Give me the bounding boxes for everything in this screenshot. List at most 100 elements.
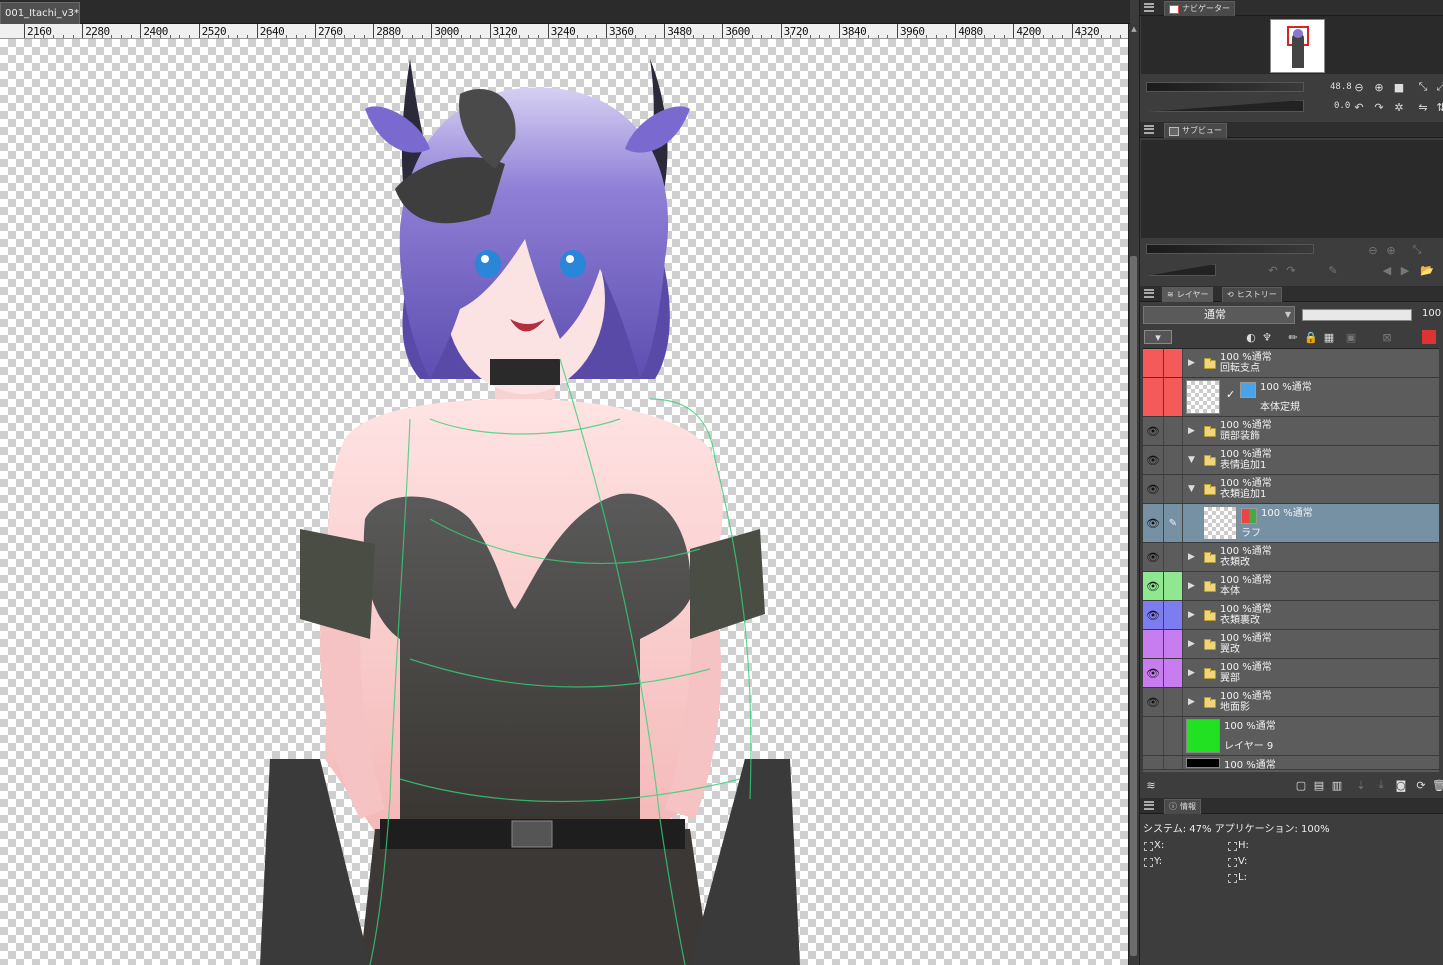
reference-layer-icon[interactable]: ♆ [1260, 330, 1274, 344]
chevron-right-icon[interactable]: ▶ [1188, 668, 1195, 678]
layer-lock-cell[interactable] [1164, 572, 1183, 600]
new-vector-layer-icon[interactable]: ▤ [1312, 778, 1326, 792]
panel-menu-icon[interactable] [1144, 3, 1154, 12]
visibility-eye-icon[interactable] [1143, 378, 1164, 416]
layer-row[interactable]: 👁 ▶ 100 %通常 衣類改 [1143, 543, 1439, 572]
tab-info[interactable]: ⓘ 情報 [1164, 799, 1201, 814]
layer-row[interactable]: 👁 ✎ 100 %通常 ラフ [1143, 504, 1439, 543]
blend-mode-select[interactable]: 通常 ▼ [1143, 306, 1295, 324]
layer-lock-cell[interactable]: ✎ [1164, 504, 1183, 542]
chevron-right-icon[interactable]: ▶ [1188, 426, 1195, 436]
panel-menu-icon[interactable] [1144, 125, 1154, 134]
layer-lock-cell[interactable] [1164, 378, 1183, 416]
subview-rotate-right-icon[interactable]: ↷ [1284, 263, 1298, 277]
subview-next-icon[interactable]: ▶ [1398, 263, 1412, 277]
chevron-right-icon[interactable]: ▶ [1188, 697, 1195, 707]
layer-lock-cell[interactable] [1164, 543, 1183, 571]
clip-to-below-icon[interactable]: ◐ [1244, 330, 1258, 344]
visibility-eye-icon[interactable] [1143, 717, 1164, 755]
actual-size-icon[interactable]: ■ [1392, 80, 1406, 94]
ruler-show-icon[interactable]: ⊠ [1380, 330, 1394, 344]
layer-lock-cell[interactable] [1164, 630, 1183, 658]
chevron-right-icon[interactable]: ▶ [1188, 552, 1195, 562]
chevron-right-icon[interactable]: ▶ [1188, 358, 1195, 368]
layer-row[interactable]: ✓ 100 %通常 本体定規 [1143, 378, 1439, 417]
visibility-eye-icon[interactable]: 👁 [1143, 572, 1164, 600]
layer-row[interactable]: 👁 ▼ 100 %通常 表情追加1 [1143, 446, 1439, 475]
panel-menu-icon[interactable] [1144, 289, 1154, 298]
layer-row[interactable]: 👁 ▶ 100 %通常 衣類裏改 [1143, 601, 1439, 630]
create-mask-icon[interactable]: ◙ [1394, 778, 1408, 792]
drawing-canvas[interactable] [0, 39, 1128, 965]
zoom-slider[interactable] [1146, 82, 1304, 92]
fit-icon[interactable]: ⤢ [1434, 80, 1443, 94]
layer-lock-cell[interactable] [1164, 756, 1183, 769]
tab-subview[interactable]: サブビュー [1164, 123, 1227, 138]
layer-color-icon[interactable] [1422, 330, 1436, 344]
subview-rotate-left-icon[interactable]: ↶ [1266, 263, 1280, 277]
layer-row[interactable]: ▶ 100 %通常 翼改 [1143, 630, 1439, 659]
visibility-eye-icon[interactable]: 👁 [1143, 601, 1164, 629]
layer-lock-cell[interactable] [1164, 417, 1183, 445]
visibility-eye-icon[interactable]: 👁 [1143, 659, 1164, 687]
layer-row[interactable]: 100 %通常 レイヤー 9 [1143, 717, 1439, 756]
new-folder-icon[interactable]: ▥ [1330, 778, 1344, 792]
subview-zoom-out-icon[interactable]: ⊖ [1366, 243, 1380, 257]
new-raster-layer-icon[interactable]: ▢ [1294, 778, 1308, 792]
layer-row[interactable]: ▶ 100 %通常 回転支点 [1143, 349, 1439, 378]
panel-menu-icon[interactable] [1144, 801, 1154, 810]
subview-fit-icon[interactable]: ⤡ [1410, 243, 1424, 257]
visibility-eye-icon[interactable]: 👁 [1143, 543, 1164, 571]
layer-lock-cell[interactable] [1164, 688, 1183, 716]
chevron-down-icon[interactable]: ▼ [1188, 455, 1195, 465]
visibility-eye-icon[interactable] [1143, 630, 1164, 658]
subview-prev-icon[interactable]: ◀ [1380, 263, 1394, 277]
subview-zoom-slider[interactable] [1146, 244, 1314, 254]
mask-enable-icon[interactable]: ▣ [1344, 330, 1358, 344]
reset-rotation-icon[interactable]: ✲ [1392, 100, 1406, 114]
layer-lock-cell[interactable] [1164, 717, 1183, 755]
layer-row[interactable]: 👁 ▶ 100 %通常 地面影 [1143, 688, 1439, 717]
apply-mask-icon[interactable]: ⟳ [1414, 778, 1428, 792]
subview-area[interactable] [1141, 140, 1443, 238]
layer-lock-cell[interactable] [1164, 659, 1183, 687]
visibility-eye-icon[interactable]: 👁 [1143, 475, 1164, 503]
layer-lock-cell[interactable] [1164, 349, 1183, 377]
layer-lock-cell[interactable] [1164, 446, 1183, 474]
chevron-right-icon[interactable]: ▶ [1188, 581, 1195, 591]
opacity-slider[interactable] [1302, 309, 1412, 321]
layer-row[interactable]: 👁 ▶ 100 %通常 本体 [1143, 572, 1439, 601]
layer-list[interactable]: ▶ 100 %通常 回転支点 ✓ 100 %通常 本体定規 👁 ▶ 100 %通常 頭部装飾 👁 ▼ 1… [1143, 348, 1439, 772]
layer-lock-cell[interactable] [1164, 475, 1183, 503]
zoom-in-icon[interactable]: ⊕ [1372, 80, 1386, 94]
subview-open-folder-icon[interactable]: 📂 [1420, 263, 1434, 277]
subview-zoom-in-icon[interactable]: ⊕ [1384, 243, 1398, 257]
lock-transparency-icon[interactable]: ▦ [1322, 330, 1336, 344]
subview-eyedropper-icon[interactable]: ✎ [1326, 263, 1340, 277]
tab-navigator[interactable]: ナビゲーター [1164, 1, 1235, 16]
flip-horizontal-icon[interactable]: ⇋ [1416, 100, 1430, 114]
fit-window-icon[interactable]: ⤡ [1416, 80, 1430, 94]
rotation-slider[interactable] [1146, 100, 1304, 112]
tab-layer[interactable]: ≋ レイヤー [1162, 287, 1214, 302]
merge-down-icon[interactable]: ⤓ [1374, 778, 1388, 792]
rotate-right-icon[interactable]: ↷ [1372, 100, 1386, 114]
navigator-preview[interactable] [1141, 16, 1443, 74]
visibility-eye-icon[interactable]: 👁 [1143, 504, 1164, 542]
layer-row[interactable]: 👁 ▶ 100 %通常 翼部 [1143, 659, 1439, 688]
visibility-eye-icon[interactable]: 👁 [1143, 688, 1164, 716]
delete-layer-icon[interactable]: 🗑 [1432, 778, 1443, 792]
visibility-eye-icon[interactable] [1143, 349, 1164, 377]
visibility-eye-icon[interactable]: 👁 [1143, 417, 1164, 445]
lock-layer-icon[interactable]: 🔒 [1304, 330, 1318, 344]
rotate-left-icon[interactable]: ↶ [1352, 100, 1366, 114]
canvas-vertical-scrollbar[interactable]: ▲ [1128, 24, 1138, 965]
layer-color-select[interactable]: ▾ [1144, 330, 1172, 344]
flip-vertical-icon[interactable]: ⇅ [1434, 100, 1443, 114]
transfer-down-icon[interactable]: ⇣ [1354, 778, 1368, 792]
layer-row[interactable]: 👁 ▼ 100 %通常 衣類追加1 [1143, 475, 1439, 504]
chevron-down-icon[interactable]: ▼ [1188, 484, 1195, 494]
chevron-right-icon[interactable]: ▶ [1188, 639, 1195, 649]
scrollbar-thumb[interactable] [1130, 256, 1137, 956]
tab-history[interactable]: ⟲ ヒストリー [1222, 287, 1282, 302]
